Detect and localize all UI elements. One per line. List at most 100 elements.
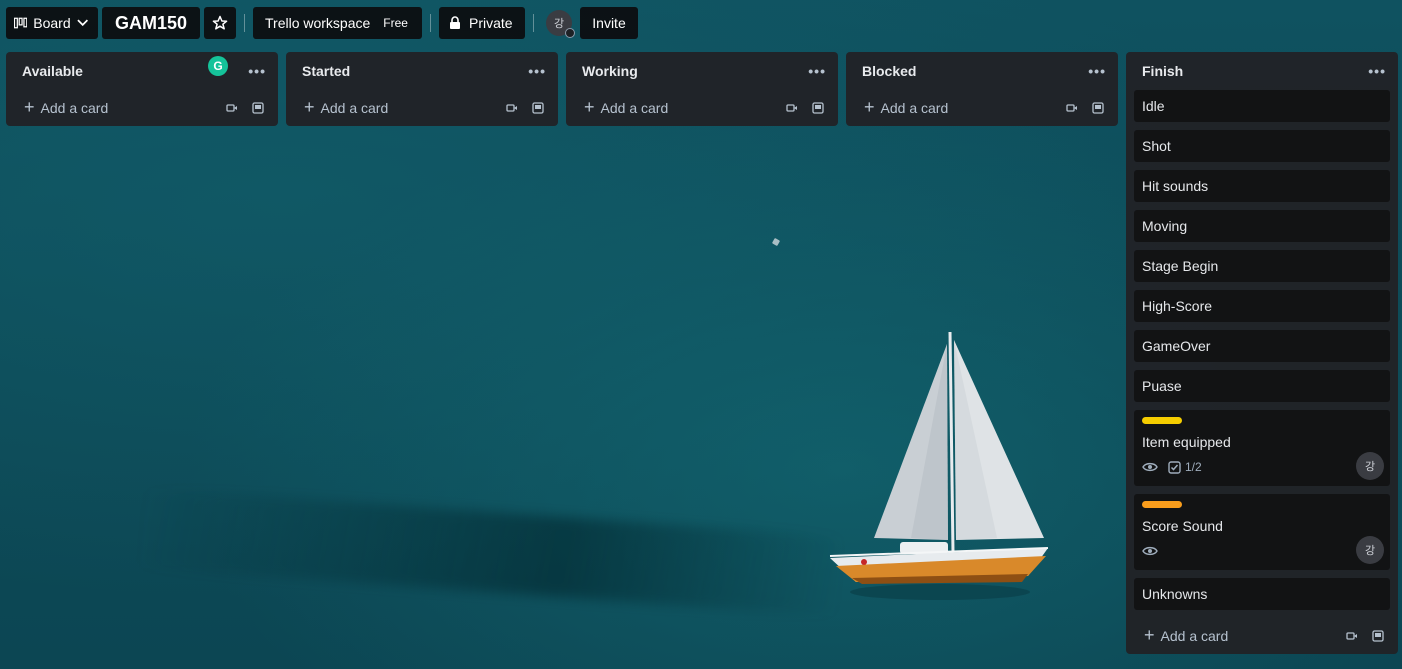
more-dots-icon[interactable]: ••• [248, 63, 266, 79]
divider [533, 14, 534, 32]
card-title: Unknowns [1142, 586, 1208, 602]
card-member-avatar[interactable]: 강 [1356, 536, 1384, 564]
workspace-button[interactable]: Trello workspace Free [253, 7, 422, 39]
card[interactable]: Stage Begin [1134, 250, 1390, 282]
checklist-badge: 1/2 [1168, 460, 1202, 474]
card-title: Shot [1142, 138, 1171, 154]
visibility-label: Private [469, 15, 513, 31]
template-icon[interactable] [1372, 630, 1384, 642]
card[interactable]: Moving [1134, 210, 1390, 242]
list-header: Working ••• [566, 52, 838, 90]
list-started: Started ••• + Add a card [286, 52, 558, 126]
add-card-button[interactable]: + Add a card [1144, 625, 1229, 645]
video-icon[interactable] [1066, 102, 1078, 114]
add-card-row: + Add a card [566, 90, 838, 126]
list-title[interactable]: Started [302, 63, 350, 79]
video-icon[interactable] [1346, 630, 1358, 642]
card[interactable]: High-Score [1134, 290, 1390, 322]
list-header: Available ••• [6, 52, 278, 90]
add-card-label: Add a card [600, 100, 669, 116]
board-view-label: Board [33, 15, 71, 31]
more-dots-icon[interactable]: ••• [808, 63, 826, 79]
card[interactable]: Shot [1134, 130, 1390, 162]
card-title: High-Score [1142, 298, 1213, 314]
plus-icon: + [584, 97, 595, 117]
list-title[interactable]: Working [582, 63, 638, 79]
plus-icon: + [304, 97, 315, 117]
more-dots-icon[interactable]: ••• [1368, 63, 1386, 79]
template-icon[interactable] [1092, 102, 1104, 114]
grammarly-icon[interactable]: G [208, 56, 228, 76]
divider [244, 14, 245, 32]
add-card-row: + Add a card [1126, 618, 1398, 654]
card[interactable]: GameOver [1134, 330, 1390, 362]
list-title[interactable]: Blocked [862, 63, 916, 79]
card[interactable]: Item equipped 1/2 강 [1134, 410, 1390, 486]
card[interactable]: Unknowns [1134, 578, 1390, 610]
checklist-icon [1168, 460, 1181, 474]
card[interactable]: Hit sounds [1134, 170, 1390, 202]
card-title: GameOver [1142, 338, 1211, 354]
card-label-orange[interactable] [1142, 501, 1182, 508]
board-icon [14, 17, 28, 29]
card-label-yellow[interactable] [1142, 417, 1182, 424]
add-card-button[interactable]: + Add a card [24, 98, 109, 116]
add-card-label: Add a card [1160, 628, 1229, 644]
card[interactable]: Puase [1134, 370, 1390, 402]
workspace-name: Trello workspace [265, 15, 371, 31]
card-title: Item equipped [1142, 434, 1231, 450]
card-title: Score Sound [1142, 518, 1223, 534]
board-title[interactable]: GAM150 [102, 7, 200, 39]
admin-badge-icon [565, 28, 575, 38]
list-title[interactable]: Available [22, 63, 83, 79]
list-blocked: Blocked ••• + Add a card [846, 52, 1118, 126]
add-card-row: + Add a card [846, 90, 1118, 126]
card-title: Stage Begin [1142, 258, 1219, 274]
template-icon[interactable] [812, 102, 824, 114]
add-card-label: Add a card [320, 100, 389, 116]
card-title: Idle [1142, 98, 1165, 114]
checklist-count: 1/2 [1185, 460, 1202, 474]
video-icon[interactable] [506, 102, 518, 114]
star-board-button[interactable] [204, 7, 236, 39]
add-card-button[interactable]: + Add a card [584, 97, 669, 117]
card-title: Moving [1142, 218, 1188, 234]
card-member-avatar[interactable]: 강 [1356, 452, 1384, 480]
template-icon[interactable] [252, 102, 264, 114]
list-finish: Finish ••• Idle Shot Hit sounds Moving S… [1126, 52, 1398, 654]
sailboat-image [829, 331, 1049, 600]
template-icon[interactable] [532, 102, 544, 114]
avatar-initial: 강 [553, 18, 565, 30]
card-title: Puase [1142, 378, 1182, 394]
eye-icon [1142, 462, 1158, 472]
lock-icon [450, 16, 460, 29]
card[interactable]: Idle [1134, 90, 1390, 122]
visibility-button[interactable]: Private [439, 7, 525, 39]
more-dots-icon[interactable]: ••• [1088, 63, 1106, 79]
invite-button[interactable]: Invite [580, 7, 638, 39]
add-card-button[interactable]: + Add a card [864, 97, 949, 117]
star-icon [212, 15, 228, 30]
member-avatar[interactable]: 강 [546, 10, 575, 38]
video-icon[interactable] [786, 102, 798, 114]
add-card-row: + Add a card [6, 90, 278, 126]
plus-icon: + [1144, 625, 1155, 645]
add-card-button[interactable]: + Add a card [304, 97, 389, 117]
plus-icon: + [864, 97, 875, 117]
workspace-plan-badge: Free [383, 16, 408, 30]
add-card-row: + Add a card [286, 90, 558, 126]
list-available: Available ••• + Add a card [6, 52, 278, 126]
add-card-label: Add a card [40, 100, 109, 116]
card[interactable]: Score Sound 강 [1134, 494, 1390, 570]
video-icon[interactable] [226, 102, 238, 114]
card-list: Idle Shot Hit sounds Moving Stage Begin … [1126, 90, 1398, 610]
board-view-switcher[interactable]: Board [6, 7, 98, 39]
list-title[interactable]: Finish [1142, 63, 1183, 79]
card-badges [1142, 538, 1382, 564]
chevron-down-icon [76, 19, 88, 27]
more-dots-icon[interactable]: ••• [528, 63, 546, 79]
divider [430, 14, 431, 32]
card-title: Hit sounds [1142, 178, 1209, 194]
list-header: Blocked ••• [846, 52, 1118, 90]
add-card-label: Add a card [880, 100, 949, 116]
